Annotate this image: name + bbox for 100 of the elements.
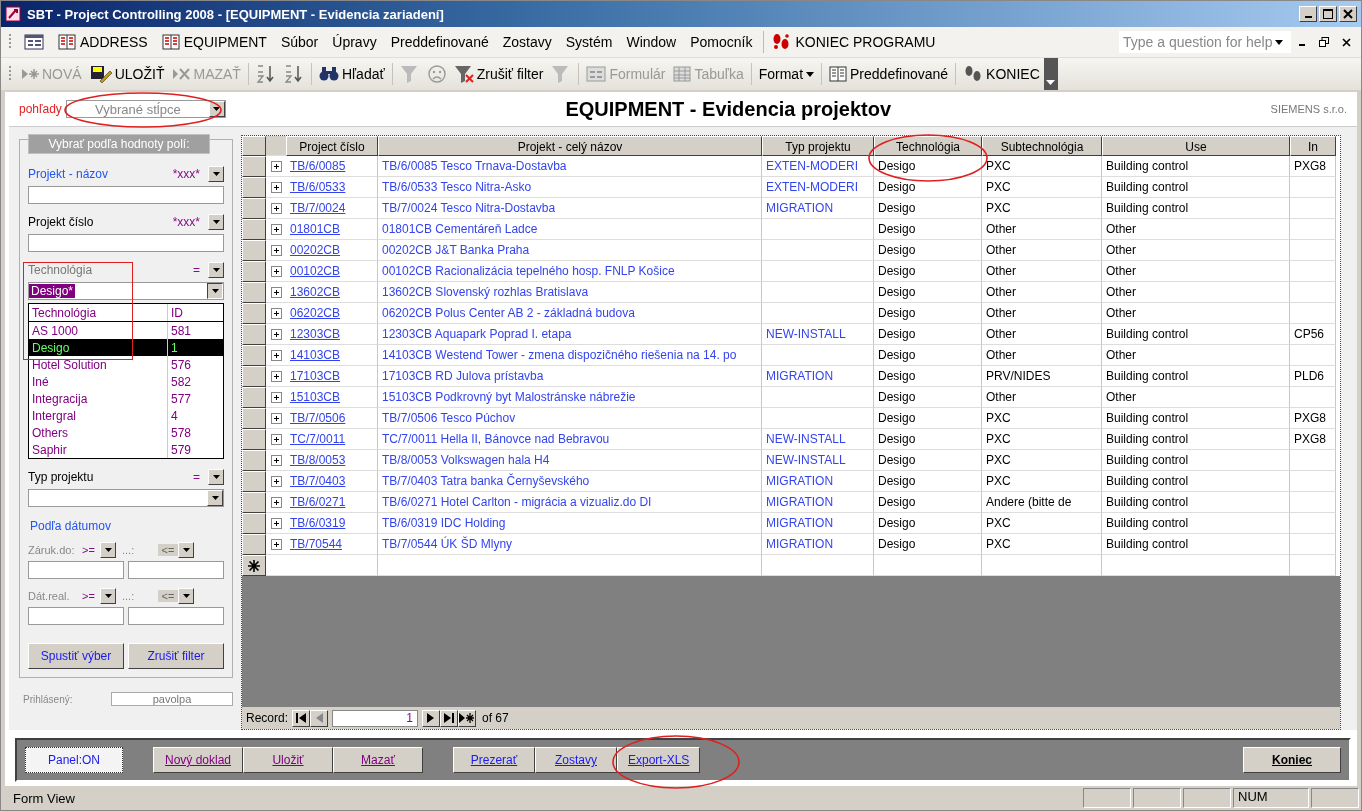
column-header[interactable]: In: [1290, 136, 1336, 156]
toolbar-button[interactable]: Zrušiť filter: [449, 63, 548, 85]
date-input-field[interactable]: [128, 561, 224, 579]
toolbar-button[interactable]: KONIEC: [959, 63, 1044, 85]
expand-icon[interactable]: [270, 433, 282, 445]
text-input-field[interactable]: [28, 186, 224, 204]
toolbar-button[interactable]: Preddefinované: [825, 64, 953, 84]
column-header[interactable]: Project číslo: [286, 136, 378, 156]
expand-icon[interactable]: [270, 538, 282, 550]
row-selector[interactable]: [242, 198, 266, 219]
operator-dropdown-button[interactable]: [208, 262, 224, 278]
maximize-button[interactable]: [1319, 6, 1337, 22]
row-selector[interactable]: [242, 429, 266, 450]
operator-dropdown-button[interactable]: [178, 542, 194, 558]
command-button[interactable]: Zostavy: [535, 747, 617, 773]
command-button[interactable]: Export-XLS: [617, 747, 701, 773]
operator-dropdown-button[interactable]: [100, 588, 116, 604]
command-button[interactable]: Koniec: [1243, 747, 1341, 773]
toolbar-options-button[interactable]: [1043, 58, 1058, 90]
help-search-field[interactable]: Type a question for help: [1119, 31, 1291, 53]
menu-item[interactable]: Preddefinované: [383, 32, 496, 52]
column-header[interactable]: Subtechnológia: [982, 136, 1102, 156]
date-input-field[interactable]: [28, 561, 124, 579]
column-header[interactable]: Use: [1102, 136, 1290, 156]
new-record-button[interactable]: [458, 709, 477, 727]
column-header[interactable]: Technológia: [874, 136, 982, 156]
expand-icon[interactable]: [270, 328, 282, 340]
menu-item[interactable]: Systém: [558, 32, 620, 52]
row-selector[interactable]: [242, 324, 266, 345]
expand-icon[interactable]: [270, 475, 282, 487]
filter-button[interactable]: Spustiť výber: [28, 643, 124, 669]
command-button[interactable]: Mazať: [333, 747, 423, 773]
last-record-button[interactable]: [440, 709, 459, 727]
row-selector[interactable]: [242, 219, 266, 240]
first-record-button[interactable]: [292, 709, 311, 727]
command-button[interactable]: Nový doklad: [153, 747, 243, 773]
expand-icon[interactable]: [270, 496, 282, 508]
operator-dropdown-button[interactable]: [100, 542, 116, 558]
toolbar-button[interactable]: ULOŽIŤ: [85, 63, 169, 85]
menu-item[interactable]: Úpravy: [325, 32, 384, 52]
previous-record-button[interactable]: [310, 709, 329, 727]
expand-icon[interactable]: [270, 202, 282, 214]
filter-button[interactable]: Zrušiť filter: [128, 643, 224, 669]
expand-icon[interactable]: [270, 391, 282, 403]
column-header[interactable]: Projekt - celý názov: [378, 136, 762, 156]
expand-icon[interactable]: [270, 244, 282, 256]
expand-icon[interactable]: [270, 454, 282, 466]
row-selector[interactable]: [242, 555, 266, 576]
menu-item[interactable]: EQUIPMENT: [154, 32, 274, 52]
row-selector[interactable]: [242, 240, 266, 261]
toolbar-button[interactable]: Hľadať: [314, 64, 389, 84]
date-input-field[interactable]: [28, 607, 124, 625]
operator-dropdown-button[interactable]: [208, 214, 224, 230]
row-selector[interactable]: [242, 513, 266, 534]
expand-icon[interactable]: [270, 181, 282, 193]
menu-item[interactable]: Pomocník: [683, 32, 760, 52]
toolbar-button[interactable]: Format: [754, 64, 819, 84]
row-selector[interactable]: [242, 303, 266, 324]
row-selector[interactable]: [242, 534, 266, 555]
record-number-field[interactable]: 1: [332, 709, 419, 727]
operator-dropdown-button[interactable]: [178, 588, 194, 604]
next-record-button[interactable]: [422, 709, 441, 727]
row-selector[interactable]: [242, 177, 266, 198]
expand-icon[interactable]: [270, 265, 282, 277]
menu-item[interactable]: Zostavy: [495, 32, 559, 52]
row-selector[interactable]: [242, 156, 266, 177]
column-header[interactable]: Typ projektu: [762, 136, 874, 156]
row-selector[interactable]: [242, 261, 266, 282]
views-dropdown[interactable]: Vybrané stĺpce: [65, 100, 226, 118]
close-button[interactable]: [1339, 6, 1357, 22]
expand-icon[interactable]: [270, 412, 282, 424]
operator-dropdown-button[interactable]: [208, 469, 224, 485]
date-input-field[interactable]: [128, 607, 224, 625]
expand-icon[interactable]: [270, 349, 282, 361]
menu-item[interactable]: Window: [619, 32, 684, 52]
operator-dropdown-button[interactable]: [208, 166, 224, 182]
expand-icon[interactable]: [270, 307, 282, 319]
row-selector[interactable]: [242, 366, 266, 387]
command-button[interactable]: Prezerať: [453, 747, 535, 773]
row-selector[interactable]: [242, 282, 266, 303]
expand-icon[interactable]: [270, 223, 282, 235]
text-input-field[interactable]: [28, 234, 224, 252]
row-selector[interactable]: [242, 450, 266, 471]
expand-icon[interactable]: [270, 160, 282, 172]
select-all-cell[interactable]: [242, 136, 266, 156]
menu-item[interactable]: ADDRESS: [51, 32, 155, 52]
row-selector[interactable]: [242, 471, 266, 492]
command-button[interactable]: Uložiť: [243, 747, 333, 773]
menu-item[interactable]: Súbor: [273, 32, 326, 52]
sort-descending-icon: [283, 64, 304, 84]
dropdown-arrow-icon: [1275, 39, 1283, 45]
minimize-button[interactable]: [1299, 6, 1317, 22]
expand-icon[interactable]: [270, 370, 282, 382]
row-selector[interactable]: [242, 345, 266, 366]
expand-icon[interactable]: [270, 286, 282, 298]
row-selector[interactable]: [242, 387, 266, 408]
row-selector[interactable]: [242, 492, 266, 513]
command-button[interactable]: Panel:ON: [25, 747, 123, 773]
expand-icon[interactable]: [270, 517, 282, 529]
row-selector[interactable]: [242, 408, 266, 429]
